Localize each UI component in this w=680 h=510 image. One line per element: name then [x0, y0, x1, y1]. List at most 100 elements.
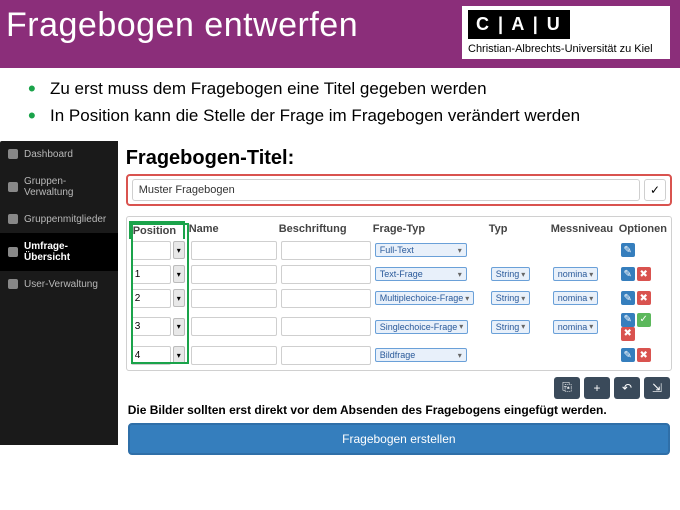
confirm-title-button[interactable]: ✓ [644, 179, 666, 201]
name-input[interactable] [191, 241, 277, 260]
sidebar-item-label: Umfrage-Übersicht [24, 241, 110, 263]
fragetyp-select[interactable]: Multiplechoice-Frage▾ [375, 291, 475, 305]
typ-select[interactable]: String▾ [491, 291, 531, 305]
name-input[interactable] [191, 289, 277, 308]
sidebar-item-gruppen[interactable]: Gruppen-Verwaltung [0, 168, 118, 206]
label-input[interactable] [281, 241, 371, 260]
table-row: ▾Singlechoice-Frage▾String▾nomina▾✎✓✖ [131, 313, 667, 341]
table-row: ▾Full-Text▾✎ [131, 241, 667, 260]
export-button[interactable]: ⇲ [644, 377, 670, 399]
app-screenshot: Dashboard Gruppen-Verwaltung Gruppenmitg… [0, 140, 680, 445]
chevron-down-icon: ▾ [458, 246, 462, 255]
fragetyp-select[interactable]: Text-Frage▾ [375, 267, 467, 281]
col-optionen: Optionen [619, 223, 667, 237]
chevron-down-icon: ▾ [465, 294, 469, 303]
image-note: Die Bilder sollten erst direkt vor dem A… [128, 403, 672, 417]
option-blue-icon[interactable]: ✎ [621, 348, 635, 362]
main-panel: Fragebogen-Titel: ✓ Position Name Beschr… [118, 141, 680, 445]
chevron-down-icon: ▾ [589, 294, 593, 303]
copy-button[interactable]: ⎘ [554, 377, 580, 399]
label-input[interactable] [281, 346, 371, 365]
sidebar-item-user[interactable]: User-Verwaltung [0, 271, 118, 298]
typ-select[interactable]: String▾ [491, 320, 531, 334]
chevron-down-icon: ▾ [589, 270, 593, 279]
university-badge: C | A | U Christian-Albrechts-Universitä… [462, 6, 670, 59]
bullet-item: Zu erst muss dem Fragebogen eine Titel g… [50, 78, 656, 101]
bullet-list: Zu erst muss dem Fragebogen eine Titel g… [0, 68, 680, 140]
chevron-down-icon: ▾ [521, 270, 525, 279]
university-name: Christian-Albrechts-Universität zu Kiel [462, 41, 670, 59]
position-input[interactable] [131, 317, 171, 336]
option-red-icon[interactable]: ✖ [621, 327, 635, 341]
fragetyp-select[interactable]: Singlechoice-Frage▾ [375, 320, 469, 334]
sidebar-item-label: Gruppen-Verwaltung [24, 176, 110, 198]
col-fragetyp: Frage-Typ [373, 223, 485, 237]
option-red-icon[interactable]: ✖ [637, 291, 651, 305]
col-beschriftung: Beschriftung [279, 223, 369, 237]
option-blue-icon[interactable]: ✎ [621, 243, 635, 257]
fragetyp-select[interactable]: Full-Text▾ [375, 243, 467, 257]
sidebar-item-umfrage[interactable]: Umfrage-Übersicht [0, 233, 118, 271]
table-header: Position Name Beschriftung Frage-Typ Typ… [131, 223, 667, 237]
position-input[interactable] [131, 241, 171, 260]
position-stepper[interactable]: ▾ [173, 346, 185, 364]
bullet-item: In Position kann die Stelle der Frage im… [50, 105, 656, 128]
option-blue-icon[interactable]: ✎ [621, 313, 635, 327]
option-red-icon[interactable]: ✖ [637, 267, 651, 281]
position-stepper[interactable]: ▾ [173, 318, 185, 336]
table-row: ▾Text-Frage▾String▾nomina▾✎✖ [131, 265, 667, 284]
col-position: Position [129, 221, 185, 239]
option-blue-icon[interactable]: ✎ [621, 291, 635, 305]
chevron-down-icon: ▾ [458, 351, 462, 360]
position-input[interactable] [131, 265, 171, 284]
chevron-down-icon: ▾ [521, 294, 525, 303]
sidebar-item-label: User-Verwaltung [24, 279, 98, 290]
title-input-row: ✓ [126, 174, 672, 206]
users-icon [8, 214, 18, 224]
name-input[interactable] [191, 346, 277, 365]
add-button[interactable]: + [584, 377, 610, 399]
fragetyp-select[interactable]: Bildfrage▾ [375, 348, 467, 362]
sidebar-item-label: Gruppenmitglieder [24, 214, 106, 225]
chevron-down-icon: ▾ [458, 270, 462, 279]
sidebar-item-dashboard[interactable]: Dashboard [0, 141, 118, 168]
messniveau-select[interactable]: nomina▾ [553, 291, 599, 305]
create-questionnaire-button[interactable]: Fragebogen erstellen [128, 423, 670, 455]
sidebar-item-label: Dashboard [24, 149, 73, 160]
undo-button[interactable]: ↶ [614, 377, 640, 399]
user-icon [8, 279, 18, 289]
messniveau-select[interactable]: nomina▾ [553, 320, 599, 334]
form-title-label: Fragebogen-Titel: [126, 147, 672, 170]
questionnaire-title-input[interactable] [132, 179, 640, 201]
name-input[interactable] [191, 265, 277, 284]
table-row: ▾Bildfrage▾✎✖ [131, 346, 667, 365]
position-input[interactable] [131, 346, 171, 365]
page-title: Fragebogen entwerfen [6, 0, 358, 47]
option-grn-icon[interactable]: ✓ [637, 313, 651, 327]
col-name: Name [189, 223, 275, 237]
sidebar: Dashboard Gruppen-Verwaltung Gruppenmitg… [0, 141, 118, 445]
position-stepper[interactable]: ▾ [173, 265, 185, 283]
chevron-down-icon: ▾ [521, 322, 525, 331]
position-input[interactable] [131, 289, 171, 308]
users-icon [8, 182, 18, 192]
chevron-down-icon: ▾ [589, 322, 593, 331]
label-input[interactable] [281, 289, 371, 308]
questions-table: Position Name Beschriftung Frage-Typ Typ… [126, 216, 672, 371]
label-input[interactable] [281, 265, 371, 284]
list-icon [8, 247, 18, 257]
col-typ: Typ [489, 223, 547, 237]
cau-logo: C | A | U [468, 10, 570, 39]
sidebar-item-mitglieder[interactable]: Gruppenmitglieder [0, 206, 118, 233]
position-stepper[interactable]: ▾ [173, 241, 185, 259]
typ-select[interactable]: String▾ [491, 267, 531, 281]
name-input[interactable] [191, 317, 277, 336]
chevron-down-icon: ▾ [459, 322, 463, 331]
table-action-row: ⎘ + ↶ ⇲ [126, 377, 670, 399]
option-blue-icon[interactable]: ✎ [621, 267, 635, 281]
label-input[interactable] [281, 317, 371, 336]
messniveau-select[interactable]: nomina▾ [553, 267, 599, 281]
gauge-icon [8, 149, 18, 159]
option-red-icon[interactable]: ✖ [637, 348, 651, 362]
position-stepper[interactable]: ▾ [173, 289, 185, 307]
